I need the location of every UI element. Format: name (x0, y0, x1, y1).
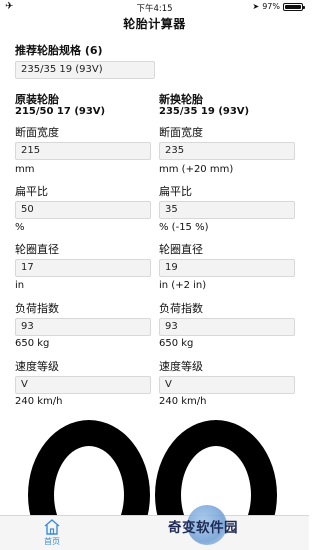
new-aspect-unit: % (-15 %) (159, 222, 209, 233)
new-tire-spec: 235/35 19 (93V) (159, 106, 250, 117)
status-right: ➤ 97% (252, 2, 305, 11)
home-icon (44, 519, 60, 535)
original-rim-field[interactable]: 17 (15, 259, 151, 277)
recommend-spec-field[interactable]: 235/35 19 (93V) (15, 61, 155, 79)
original-rim-label: 轮圈直径 (15, 243, 59, 256)
page-title: 轮胎计算器 (123, 17, 186, 31)
battery-icon (283, 2, 305, 11)
original-aspect-field[interactable]: 50 (15, 201, 151, 219)
original-rim-unit: in (15, 280, 25, 291)
new-width-field[interactable]: 235 (159, 142, 295, 160)
original-width-unit: mm (15, 164, 35, 175)
new-rim-field[interactable]: 19 (159, 259, 295, 277)
tab-home-label: 首页 (44, 537, 60, 546)
watermark-text: 奇变软件园 (168, 520, 238, 536)
watermark: 奇变软件园 (168, 503, 309, 550)
original-tire-title: 原装轮胎 (15, 93, 59, 106)
original-speed-field[interactable]: V (15, 376, 151, 394)
new-load-field[interactable]: 93 (159, 318, 295, 336)
location-arrow-icon: ➤ (252, 2, 260, 11)
new-aspect-label: 扁平比 (159, 185, 192, 198)
new-load-note: 650 kg (159, 338, 194, 349)
new-aspect-field[interactable]: 35 (159, 201, 295, 219)
recommend-label: 推荐轮胎规格 (6) (15, 44, 103, 57)
original-load-field[interactable]: 93 (15, 318, 151, 336)
original-width-field[interactable]: 215 (15, 142, 151, 160)
original-speed-label: 速度等级 (15, 360, 59, 373)
original-load-note: 650 kg (15, 338, 50, 349)
new-load-label: 负荷指数 (159, 302, 203, 315)
status-bar: ✈ 下午4:15 ➤ 97% (0, 0, 309, 15)
battery-percent: 97% (262, 2, 280, 11)
original-aspect-label: 扁平比 (15, 185, 48, 198)
tab-home[interactable]: 首页 (32, 519, 72, 547)
new-width-unit: mm (+20 mm) (159, 164, 234, 175)
original-aspect-unit: % (15, 222, 25, 233)
original-width-label: 断面宽度 (15, 126, 59, 139)
new-speed-field[interactable]: V (159, 376, 295, 394)
original-tire-spec: 215/50 17 (93V) (15, 106, 106, 117)
original-speed-note: 240 km/h (15, 396, 63, 407)
new-rim-label: 轮圈直径 (159, 243, 203, 256)
new-rim-unit: in (+2 in) (159, 280, 207, 291)
nav-bar: 轮胎计算器 (0, 15, 309, 37)
new-width-label: 断面宽度 (159, 126, 203, 139)
new-speed-note: 240 km/h (159, 396, 207, 407)
new-tire-title: 新换轮胎 (159, 93, 203, 106)
original-load-label: 负荷指数 (15, 302, 59, 315)
new-speed-label: 速度等级 (159, 360, 203, 373)
